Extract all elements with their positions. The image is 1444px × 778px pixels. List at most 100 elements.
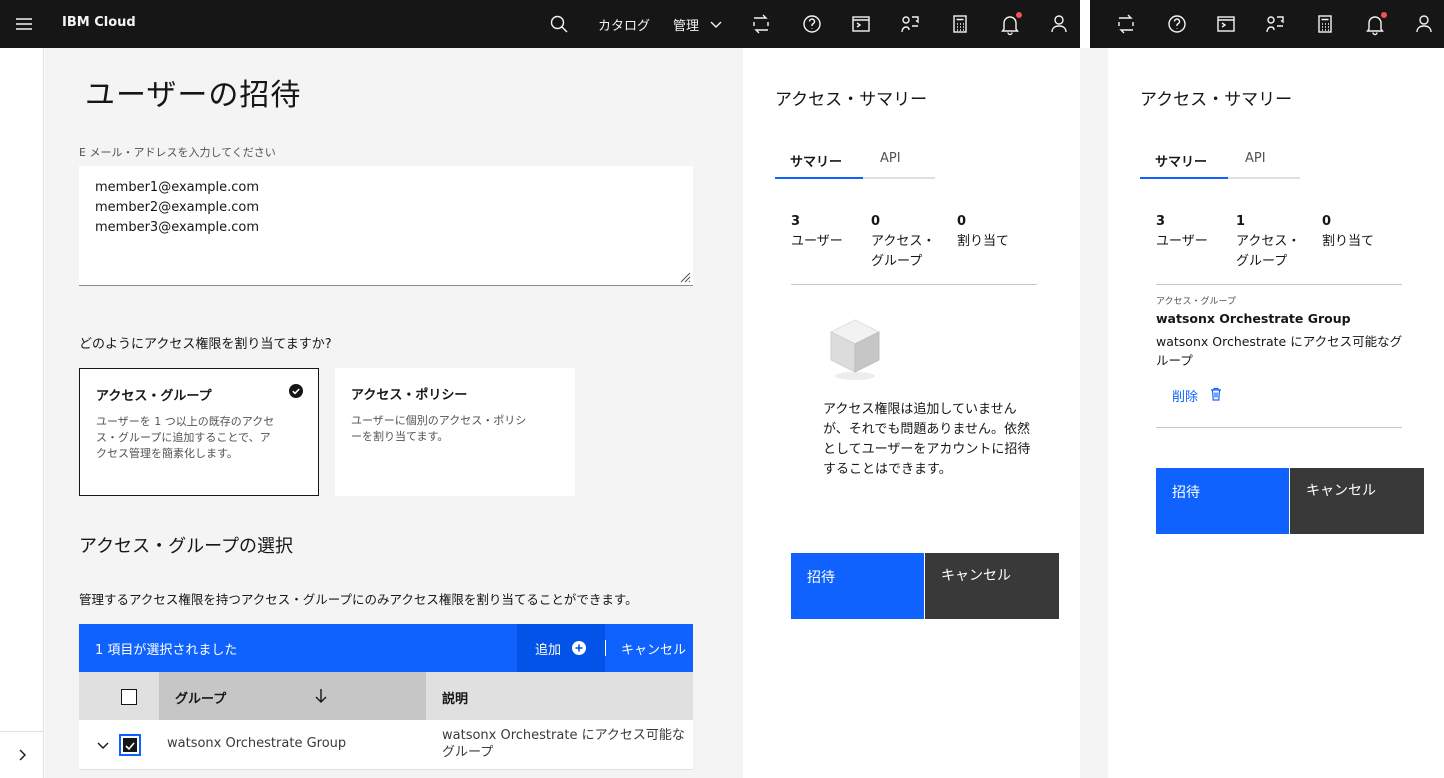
add-icon	[571, 640, 587, 656]
invite-button[interactable]: 招待	[1156, 468, 1289, 534]
trash-icon[interactable]	[1208, 386, 1224, 402]
table-header: グループ 説明	[79, 672, 693, 720]
summary-divider	[1156, 427, 1402, 428]
add-button[interactable]: 追加	[517, 624, 605, 672]
stat-users: 3 ユーザー	[791, 212, 866, 252]
cost-icon[interactable]	[898, 12, 922, 36]
summary-title: アクセス・サマリー	[1140, 90, 1293, 110]
option-title: アクセス・ポリシー	[351, 388, 468, 403]
option-access-policy[interactable]: アクセス・ポリシー ユーザーに個別のアクセス・ポリシーを割り当てます。	[335, 368, 575, 496]
summary-tabs: サマリー API	[1140, 147, 1300, 179]
access-summary-panel: アクセス・サマリー サマリー API 3 ユーザー 0 アクセス・グループ 0 …	[743, 48, 1080, 778]
selected-count: 1 項目が選択されました	[95, 643, 238, 658]
chevron-right-icon[interactable]	[12, 745, 32, 765]
batch-action-bar: 1 項目が選択されました 追加 キャンセル	[79, 624, 693, 672]
user-icon[interactable]	[1412, 12, 1436, 36]
tab-api[interactable]: API	[863, 147, 935, 179]
select-group-desc: 管理するアクセス権限を持つアクセス・グループにのみアクセス権限を割り当てることが…	[79, 592, 638, 607]
cancel-button[interactable]: キャンセル	[1290, 468, 1424, 534]
checkmark-icon	[288, 383, 304, 399]
summary-divider	[791, 284, 1037, 285]
resize-handle-icon[interactable]	[679, 271, 691, 283]
group-description: watsonx Orchestrate にアクセス可能なグループ	[1156, 334, 1403, 368]
email-line: member3@example.com	[95, 220, 260, 235]
summary-title: アクセス・サマリー	[775, 90, 928, 110]
groups-count: 0	[871, 214, 881, 229]
notification-badge	[1016, 12, 1022, 18]
users-count: 3	[791, 214, 801, 229]
add-label: 追加	[535, 643, 562, 658]
groups-label: アクセス・グループ	[1236, 234, 1301, 269]
assign-count: 0	[957, 214, 967, 229]
assign-label: 割り当て	[1322, 234, 1375, 249]
group-name: watsonx Orchestrate Group	[1156, 311, 1351, 326]
invite-form: ユーザーの招待 E メール・アドレスを入力してください member1@exam…	[45, 48, 743, 778]
summary-tabs: サマリー API	[775, 147, 935, 179]
stat-groups: 1 アクセス・グループ	[1236, 212, 1311, 272]
assign-question: どのようにアクセス権限を割り当てますか?	[79, 337, 332, 352]
sort-header-group[interactable]: グループ	[159, 672, 426, 720]
help-icon[interactable]	[800, 12, 824, 36]
email-line: member2@example.com	[95, 200, 260, 215]
stat-users: 3 ユーザー	[1156, 212, 1231, 252]
select-group-title: アクセス・グループの選択	[79, 536, 294, 557]
group-caption: アクセス・グループ	[1156, 297, 1237, 307]
stat-assignments: 0 割り当て	[1322, 212, 1402, 252]
option-title: アクセス・グループ	[96, 389, 212, 404]
left-rail	[0, 48, 44, 778]
catalog-link[interactable]: カタログ	[598, 15, 650, 34]
calculator-icon[interactable]	[948, 12, 972, 36]
assign-count: 0	[1322, 214, 1332, 229]
select-all-checkbox[interactable]	[121, 689, 137, 705]
empty-state-text: アクセス権限は追加していませんが、それでも問題ありません。依然としてユーザーをア…	[823, 402, 1031, 477]
menu-icon[interactable]	[12, 12, 36, 36]
arrow-down-icon	[313, 687, 329, 705]
option-description: ユーザーに個別のアクセス・ポリシーを割り当てます。	[351, 414, 527, 443]
terminal-icon[interactable]	[849, 12, 873, 36]
help-icon[interactable]	[1165, 12, 1189, 36]
summary-divider	[1156, 284, 1402, 285]
checkmark-icon	[123, 738, 137, 752]
search-icon[interactable]	[547, 12, 571, 36]
table-row[interactable]: watsonx Orchestrate Group watsonx Orches…	[79, 720, 693, 770]
users-label: ユーザー	[791, 234, 843, 249]
option-access-group[interactable]: アクセス・グループ ユーザーを 1 つ以上の既存のアクセス・グループに追加するこ…	[79, 368, 319, 496]
groups-count: 1	[1236, 214, 1246, 229]
assign-label: 割り当て	[957, 234, 1010, 249]
panel-gap	[1080, 48, 1108, 778]
batch-cancel-button[interactable]: キャンセル	[621, 639, 686, 658]
brand-link[interactable]: IBM Cloud	[62, 15, 136, 30]
switcher-icon[interactable]	[749, 12, 773, 36]
header-gap	[1080, 0, 1090, 48]
batch-divider	[605, 640, 606, 656]
switcher-icon[interactable]	[1114, 12, 1138, 36]
calculator-icon[interactable]	[1313, 12, 1337, 36]
terminal-icon[interactable]	[1214, 12, 1238, 36]
groups-label: アクセス・グループ	[871, 234, 936, 269]
chevron-down-icon[interactable]	[95, 737, 111, 753]
box-icon	[827, 314, 883, 382]
invite-button[interactable]: 招待	[791, 553, 924, 619]
column-header-desc: 説明	[442, 692, 469, 707]
cost-icon[interactable]	[1263, 12, 1287, 36]
chevron-down-icon[interactable]	[704, 12, 728, 36]
access-summary-panel-2: アクセス・サマリー サマリー API 3 ユーザー 1 アクセス・グループ 0 …	[1108, 48, 1444, 778]
manage-menu[interactable]: 管理	[673, 15, 699, 34]
row-checkbox[interactable]	[119, 734, 141, 756]
users-count: 3	[1156, 214, 1166, 229]
cancel-button[interactable]: キャンセル	[925, 553, 1059, 619]
stat-groups: 0 アクセス・グループ	[871, 212, 946, 272]
column-header-group: グループ	[175, 692, 227, 707]
page-title: ユーザーの招待	[85, 78, 302, 113]
tab-summary[interactable]: サマリー	[775, 147, 863, 179]
group-name-cell: watsonx Orchestrate Group	[167, 736, 347, 751]
user-icon[interactable]	[1047, 12, 1071, 36]
tab-summary[interactable]: サマリー	[1140, 147, 1228, 179]
remove-link[interactable]: 削除	[1172, 386, 1198, 405]
email-textarea[interactable]: member1@example.com member2@example.com …	[79, 166, 693, 286]
header-bar-right	[1090, 0, 1444, 48]
email-label: E メール・アドレスを入力してください	[79, 146, 276, 159]
tab-api[interactable]: API	[1228, 147, 1300, 179]
option-description: ユーザーを 1 つ以上の既存のアクセス・グループに追加することで、アクセス管理を…	[96, 415, 275, 460]
notification-badge	[1381, 12, 1387, 18]
